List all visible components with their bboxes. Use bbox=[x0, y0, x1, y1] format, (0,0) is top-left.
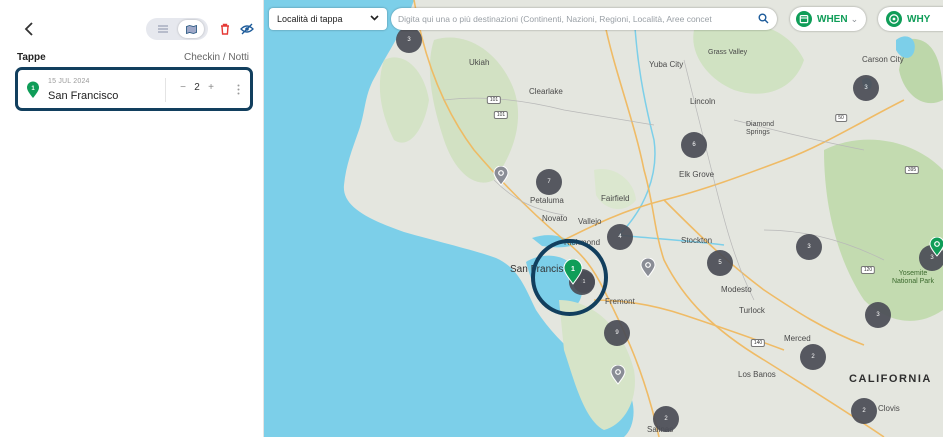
city-label: Novato bbox=[542, 214, 568, 223]
map-cluster[interactable]: 7 bbox=[536, 169, 562, 195]
city-label: Modesto bbox=[721, 285, 752, 294]
more-options-button[interactable] bbox=[234, 81, 242, 97]
target-icon bbox=[886, 11, 902, 27]
highlight-ring bbox=[531, 239, 608, 316]
nights-stepper: − 2 + bbox=[176, 82, 218, 93]
stop-name: San Francisco bbox=[48, 90, 119, 102]
city-label: Ukiah bbox=[469, 58, 490, 67]
city-label: Diamond Springs bbox=[746, 121, 775, 136]
nights-increment-button[interactable]: + bbox=[204, 82, 218, 93]
stop-date: 15 JUL 2024 bbox=[48, 78, 90, 85]
list-icon bbox=[158, 25, 168, 33]
when-label: WHEN bbox=[817, 13, 848, 25]
destination-type-select[interactable]: Località di tappa bbox=[269, 8, 387, 30]
map-topbar: Località di tappa WHEN ⌄ WHY bbox=[264, 5, 943, 33]
city-label: Yuba City bbox=[649, 60, 684, 69]
map-cluster[interactable]: 3 bbox=[865, 302, 891, 328]
map-icon bbox=[185, 24, 197, 34]
city-label: Los Banos bbox=[738, 370, 776, 379]
map-cluster[interactable]: 5 bbox=[707, 250, 733, 276]
city-label: Clovis bbox=[878, 404, 900, 413]
calendar-icon bbox=[796, 11, 812, 27]
nights-value: 2 bbox=[194, 82, 200, 93]
city-label: Clearlake bbox=[529, 87, 563, 96]
map-cluster[interactable]: 6 bbox=[681, 132, 707, 158]
why-label: WHY bbox=[907, 13, 931, 25]
search-box bbox=[391, 8, 777, 30]
stops-header: Tappe bbox=[17, 52, 46, 63]
eye-off-icon bbox=[240, 23, 254, 35]
map[interactable]: Ukiah Yuba City Grass Valley Carson City… bbox=[264, 0, 943, 437]
search-icon[interactable] bbox=[758, 13, 769, 24]
city-label: Turlock bbox=[739, 306, 765, 315]
hide-button[interactable] bbox=[239, 21, 255, 37]
city-label: Yosemite National Park bbox=[891, 270, 935, 285]
stop-card[interactable]: 1 15 JUL 2024 San Francisco − 2 + bbox=[15, 67, 253, 111]
city-label: Elk Grove bbox=[679, 170, 715, 179]
highway-shield: 101 bbox=[493, 111, 509, 119]
stops-sidebar: Tappe Checkin / Notti 1 15 JUL 2024 San … bbox=[0, 0, 264, 437]
delete-button[interactable] bbox=[218, 20, 232, 38]
map-cluster[interactable]: 3 bbox=[796, 234, 822, 260]
highway-shield: 395 bbox=[904, 166, 920, 174]
divider bbox=[165, 78, 166, 102]
checkin-nights-header: Checkin / Notti bbox=[183, 52, 249, 63]
destination-type-value: Località di tappa bbox=[277, 14, 343, 24]
city-label: Carson City bbox=[862, 55, 904, 64]
search-input[interactable] bbox=[398, 11, 738, 27]
city-label: Fremont bbox=[605, 297, 635, 306]
map-cluster[interactable]: 2 bbox=[800, 344, 826, 370]
list-view-toggle[interactable] bbox=[150, 20, 176, 38]
location-pin-icon[interactable] bbox=[929, 236, 943, 262]
location-pin-icon[interactable] bbox=[493, 165, 509, 191]
location-pin-icon[interactable] bbox=[640, 257, 656, 283]
view-toggle bbox=[146, 18, 208, 40]
back-button[interactable] bbox=[20, 19, 38, 39]
city-label: Petaluma bbox=[530, 196, 564, 205]
more-vertical-icon bbox=[237, 84, 239, 94]
nights-decrement-button[interactable]: − bbox=[176, 82, 190, 93]
city-label: Lincoln bbox=[690, 97, 716, 106]
why-filter-button[interactable]: WHY bbox=[878, 7, 943, 31]
chevron-left-icon bbox=[24, 22, 33, 36]
location-pin-icon[interactable] bbox=[610, 364, 626, 390]
highway-shield: 140 bbox=[750, 339, 766, 347]
chevron-down-icon bbox=[370, 15, 379, 21]
highway-shield: 101 bbox=[486, 96, 502, 104]
when-filter-button[interactable]: WHEN ⌄ bbox=[790, 7, 866, 31]
map-cluster[interactable]: 2 bbox=[851, 398, 877, 424]
map-base bbox=[264, 0, 943, 437]
trash-icon bbox=[221, 23, 229, 35]
map-cluster[interactable]: 2 bbox=[653, 406, 679, 432]
map-cluster[interactable]: 9 bbox=[604, 320, 630, 346]
city-label: Fairfield bbox=[601, 194, 630, 203]
city-label: Grass Valley bbox=[708, 49, 748, 56]
stop-pin-icon: 1 bbox=[26, 81, 40, 104]
highway-shield: 120 bbox=[860, 266, 876, 274]
map-view-toggle[interactable] bbox=[178, 20, 204, 38]
chevron-down-icon: ⌄ bbox=[850, 13, 859, 24]
region-label: CALIFORNIA bbox=[849, 373, 932, 385]
map-cluster[interactable]: 4 bbox=[607, 224, 633, 250]
map-cluster[interactable]: 3 bbox=[853, 75, 879, 101]
highway-shield: 50 bbox=[835, 114, 847, 122]
city-label: Stockton bbox=[681, 236, 713, 245]
city-label: Merced bbox=[784, 334, 811, 343]
city-label: Vallejo bbox=[578, 217, 602, 226]
